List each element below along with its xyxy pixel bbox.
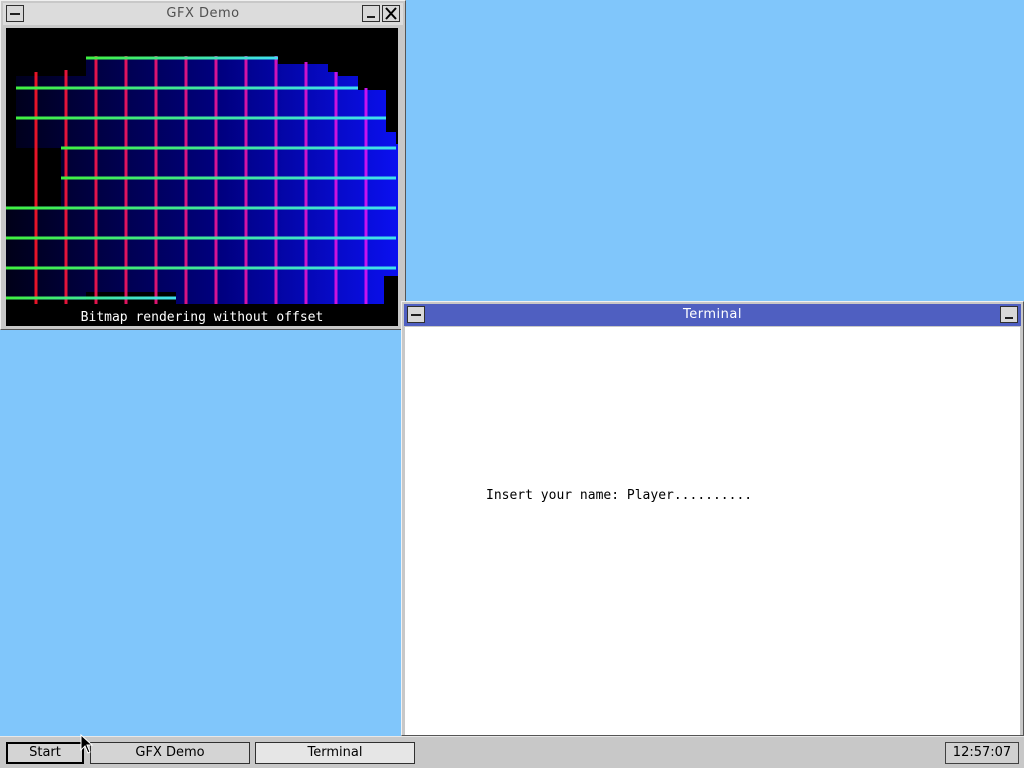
terminal-window[interactable]: Terminal Insert your name: Player.......… (401, 301, 1024, 736)
task-button-terminal[interactable]: Terminal (255, 742, 415, 764)
window-title: GFX Demo (166, 6, 240, 21)
task-button-gfx-demo[interactable]: GFX Demo (90, 742, 250, 764)
minimize-icon (1005, 317, 1013, 319)
name-input[interactable]: Player.......... (627, 488, 752, 503)
clock: 12:57:07 (945, 742, 1019, 764)
prompt-text: Insert your name: (486, 488, 627, 503)
close-button[interactable] (382, 5, 400, 22)
window-title: Terminal (683, 307, 742, 322)
gfx-caption: Bitmap rendering without offset (80, 310, 324, 325)
minimize-icon (367, 16, 375, 18)
bitmap-render (6, 56, 398, 304)
terminal-output[interactable]: Insert your name: Player.......... (405, 327, 1020, 735)
start-button[interactable]: Start (6, 742, 84, 764)
gfx-demo-titlebar[interactable]: GFX Demo (3, 3, 403, 25)
minimize-button[interactable] (1000, 306, 1018, 323)
close-icon (385, 7, 397, 20)
terminal-titlebar[interactable]: Terminal (404, 304, 1021, 326)
gfx-canvas: Bitmap rendering without offset (6, 28, 398, 326)
taskbar: Start GFX Demo Terminal 12:57:07 (0, 736, 1024, 768)
mouse-pointer-icon (80, 734, 94, 754)
minimize-button[interactable] (362, 5, 380, 22)
gfx-demo-window[interactable]: GFX Demo Bitmap rendering without offset (0, 0, 406, 330)
terminal-prompt-line[interactable]: Insert your name: Player.......... (486, 488, 752, 503)
